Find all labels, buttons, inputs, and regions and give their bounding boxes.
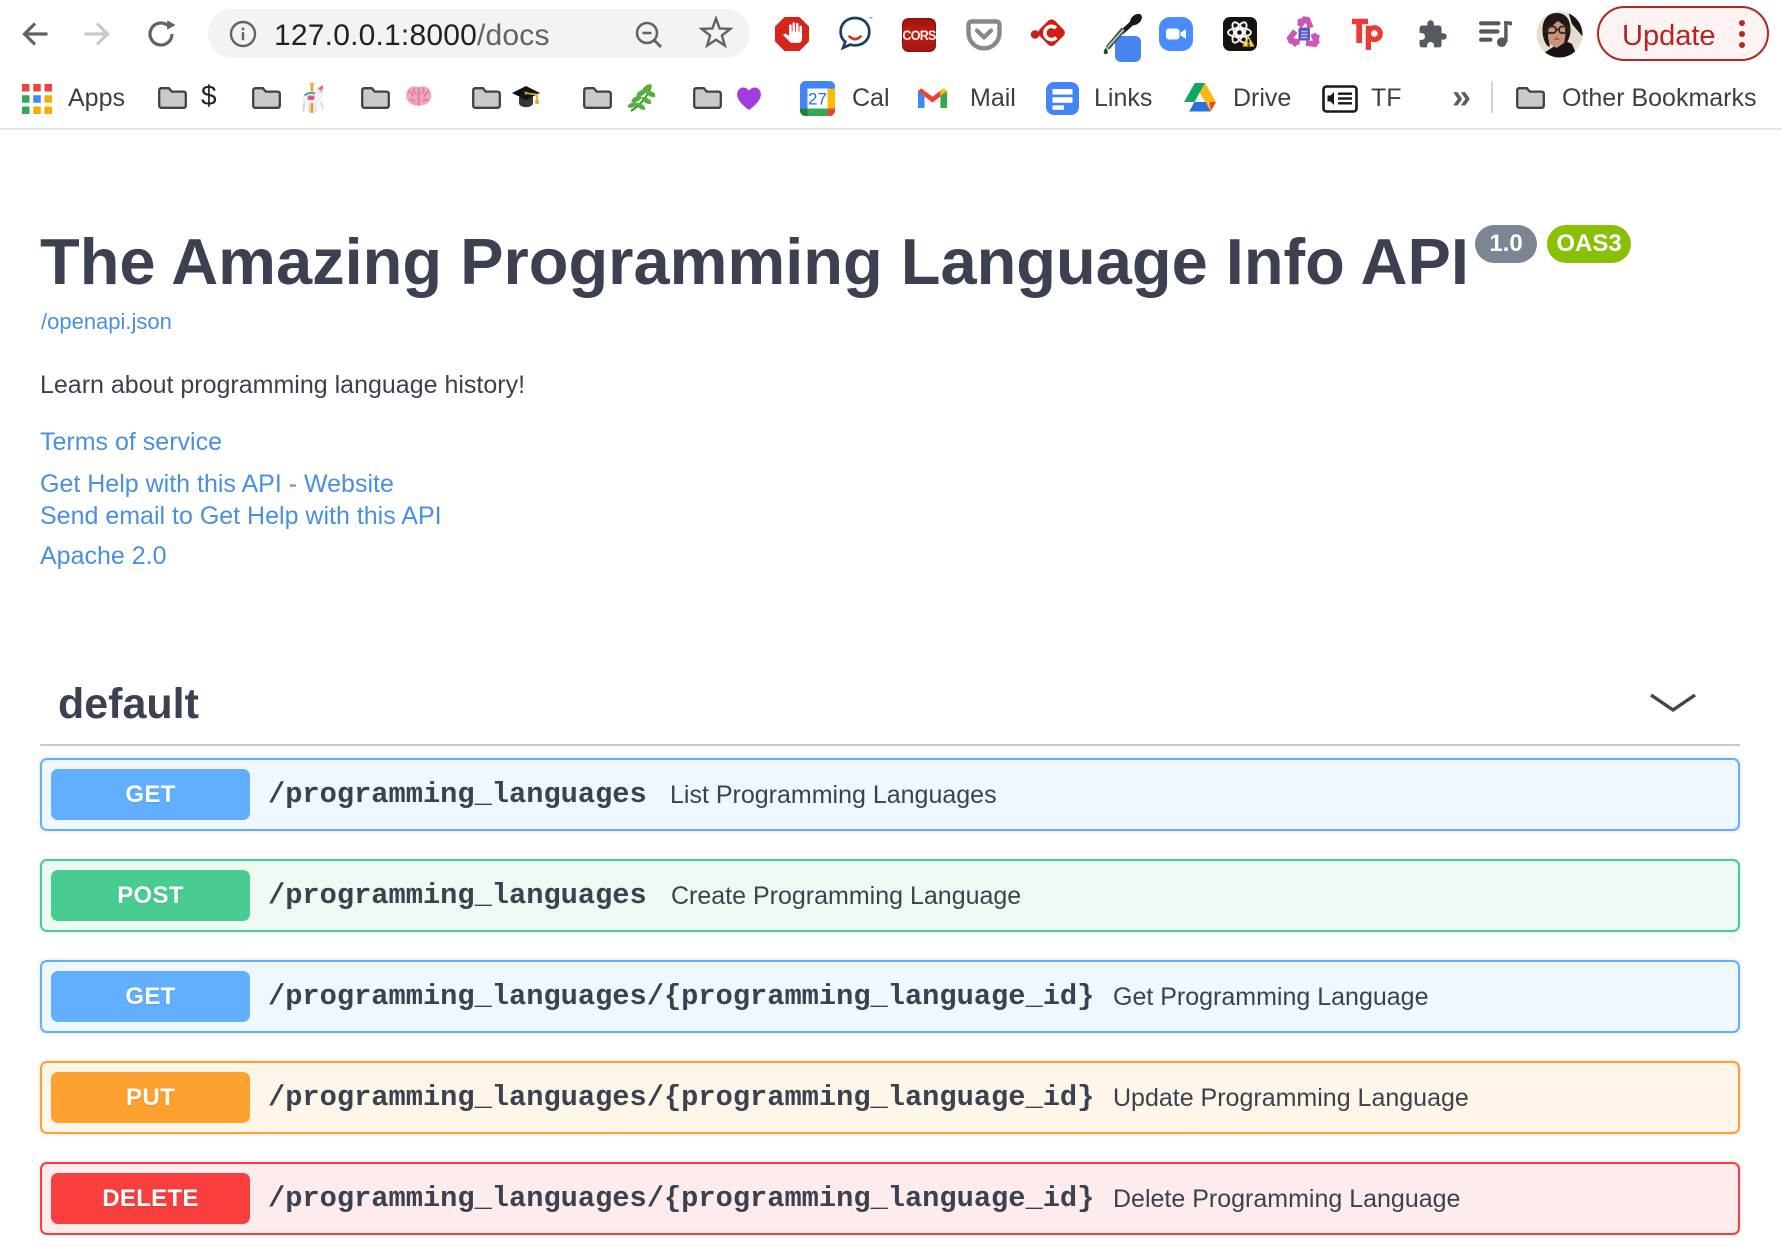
svg-text:27: 27 [808,90,827,109]
svg-text:CORS: CORS [902,28,936,44]
